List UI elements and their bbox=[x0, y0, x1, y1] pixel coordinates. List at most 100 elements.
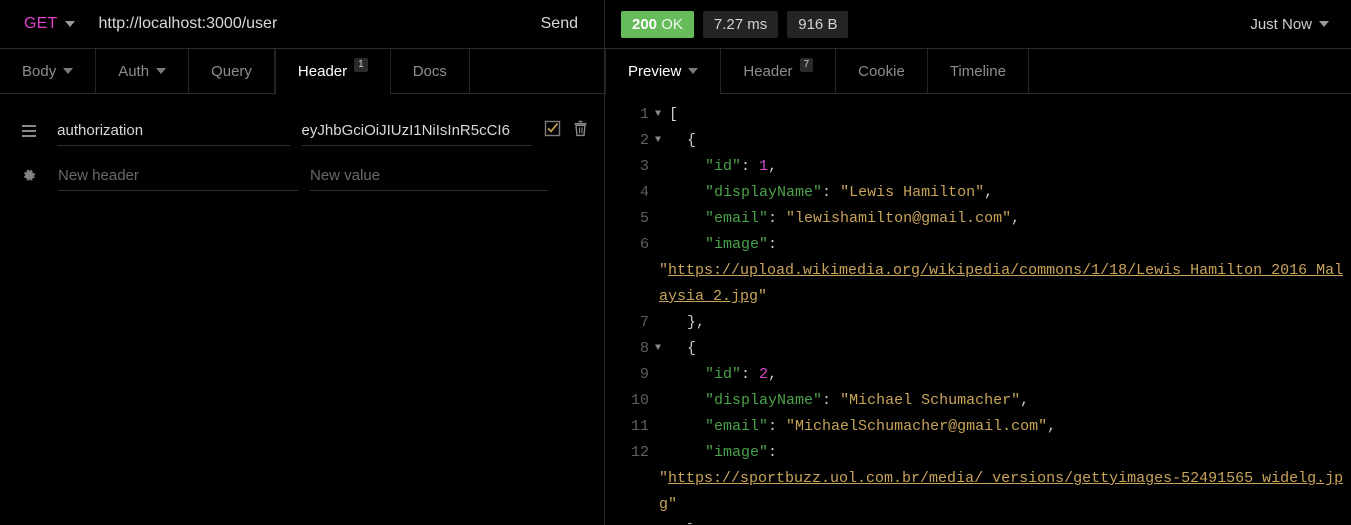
chevron-down-icon bbox=[1319, 21, 1329, 27]
code-line: 2 ▼ { bbox=[605, 128, 1351, 154]
json-token: { bbox=[669, 340, 697, 357]
gear-icon[interactable] bbox=[16, 168, 42, 184]
json-url-link[interactable]: https://sportbuzz.uol.com.br/media/_vers… bbox=[659, 470, 1343, 513]
json-token: , bbox=[984, 184, 994, 201]
response-tab-header[interactable]: Header 7 bbox=[721, 49, 837, 93]
tab-badge: 1 bbox=[354, 58, 368, 72]
json-token: , bbox=[768, 366, 778, 383]
code-line: 12 "image": bbox=[605, 440, 1351, 466]
code-text: "email": "lewishamilton@gmail.com", bbox=[665, 206, 1020, 232]
code-text: "id": 2, bbox=[665, 362, 777, 388]
code-line: 5 "email": "lewishamilton@gmail.com", bbox=[605, 206, 1351, 232]
code-line: 9 "id": 2, bbox=[605, 362, 1351, 388]
fold-arrow-icon[interactable]: ▼ bbox=[651, 128, 665, 154]
request-tab-docs[interactable]: Docs bbox=[391, 49, 470, 93]
line-number: 5 bbox=[639, 210, 649, 227]
line-number: 11 bbox=[630, 418, 649, 435]
request-tab-auth[interactable]: Auth bbox=[96, 49, 190, 93]
new-header-key-input[interactable] bbox=[58, 160, 298, 191]
json-token: 2 bbox=[759, 366, 769, 383]
tab-label: Body bbox=[22, 62, 57, 80]
header-row bbox=[0, 108, 604, 153]
line-number: 3 bbox=[639, 158, 649, 175]
header-key-input[interactable] bbox=[57, 115, 290, 146]
line-number: 6 bbox=[639, 236, 649, 253]
request-tab-header[interactable]: Header 1 bbox=[274, 49, 391, 94]
code-line: 8 ▼ { bbox=[605, 336, 1351, 362]
json-token: { bbox=[669, 132, 697, 149]
json-token: "image" bbox=[669, 236, 769, 253]
code-text: "email": "MichaelSchumacher@gmail.com", bbox=[665, 414, 1056, 440]
code-text: [ bbox=[665, 102, 678, 128]
chevron-down-icon bbox=[156, 68, 167, 74]
code-text: "image": bbox=[665, 232, 786, 258]
api-client-window: GET Send Body Auth Query Header 1 Docs bbox=[0, 0, 1351, 525]
new-header-value-input[interactable] bbox=[310, 160, 548, 191]
response-tab-cookie[interactable]: Cookie bbox=[836, 49, 928, 93]
header-value-input[interactable] bbox=[301, 115, 532, 146]
json-token: "MichaelSchumacher@gmail.com" bbox=[786, 418, 1048, 435]
line-number: 7 bbox=[639, 314, 649, 331]
line-number: 4 bbox=[639, 184, 649, 201]
response-tab-timeline[interactable]: Timeline bbox=[928, 49, 1029, 93]
code-text: "id": 1, bbox=[665, 154, 777, 180]
code-line: 11 "email": "MichaelSchumacher@gmail.com… bbox=[605, 414, 1351, 440]
code-text: "https://upload.wikimedia.org/wikipedia/… bbox=[655, 258, 1351, 310]
request-tab-body[interactable]: Body bbox=[0, 49, 97, 93]
code-line-wrapped: "https://upload.wikimedia.org/wikipedia/… bbox=[605, 258, 1351, 310]
code-text: "https://sportbuzz.uol.com.br/media/_ver… bbox=[655, 466, 1351, 518]
tab-label: Header bbox=[297, 62, 348, 80]
response-body-viewer[interactable]: 1 ▼[2 ▼ {3 "id": 1, 4 "displayName": "Lewis… bbox=[605, 94, 1351, 524]
send-button[interactable]: Send bbox=[531, 11, 588, 37]
delete-header-icon[interactable] bbox=[573, 120, 588, 142]
json-token: : bbox=[741, 366, 760, 383]
json-token: "lewishamilton@gmail.com" bbox=[786, 210, 1012, 227]
response-status-bar: 200 OK 7.27 ms 916 B Just Now bbox=[605, 0, 1351, 49]
code-text: "image": bbox=[665, 440, 786, 466]
line-number: 13 bbox=[605, 518, 651, 524]
json-token: , bbox=[1011, 210, 1021, 227]
chevron-down-icon bbox=[688, 68, 699, 74]
fold-arrow-icon[interactable]: ▼ bbox=[651, 336, 665, 362]
header-enabled-checkbox[interactable] bbox=[544, 120, 561, 142]
http-method-selector[interactable]: GET bbox=[16, 15, 75, 33]
url-input[interactable] bbox=[74, 15, 531, 33]
json-token: : bbox=[768, 418, 787, 435]
drag-handle-icon[interactable] bbox=[16, 124, 41, 138]
tab-label: Timeline bbox=[949, 62, 1006, 80]
json-token: "Lewis Hamilton" bbox=[840, 184, 985, 201]
code-line: 13 } bbox=[605, 518, 1351, 524]
request-tab-query[interactable]: Query bbox=[189, 49, 275, 93]
line-number: 1 bbox=[639, 106, 649, 123]
response-timestamp-selector[interactable]: Just Now bbox=[1250, 16, 1335, 33]
json-token: , bbox=[1020, 392, 1030, 409]
code-text: "displayName": "Michael Schumacher", bbox=[665, 388, 1029, 414]
tab-label: Query bbox=[211, 62, 252, 80]
code-text: }, bbox=[665, 310, 705, 336]
line-number: 10 bbox=[630, 392, 649, 409]
line-number: 8 bbox=[639, 340, 649, 357]
new-header-row bbox=[0, 153, 604, 198]
tab-label: Auth bbox=[118, 62, 150, 80]
code-line: 4 "displayName": "Lewis Hamilton", bbox=[605, 180, 1351, 206]
response-tab-preview[interactable]: Preview bbox=[605, 49, 722, 94]
json-token: , bbox=[1047, 418, 1057, 435]
code-line: 10 "displayName": "Michael Schumacher", bbox=[605, 388, 1351, 414]
json-token: " bbox=[758, 288, 768, 305]
json-token: [ bbox=[669, 106, 679, 123]
status-code: 200 bbox=[632, 15, 658, 33]
http-method-label: GET bbox=[24, 15, 58, 32]
response-size: 916 B bbox=[787, 10, 849, 38]
json-token: }, bbox=[669, 314, 706, 331]
request-tabs: Body Auth Query Header 1 Docs bbox=[0, 49, 604, 94]
json-token: "id" bbox=[669, 366, 742, 383]
code-text: { bbox=[665, 336, 696, 362]
tab-label: Cookie bbox=[858, 62, 905, 80]
json-token: "email" bbox=[669, 418, 769, 435]
json-token: " bbox=[668, 496, 678, 513]
line-number: 2 bbox=[639, 132, 649, 149]
fold-arrow-icon[interactable]: ▼ bbox=[651, 102, 665, 128]
tab-badge: 7 bbox=[799, 58, 814, 72]
json-token: } bbox=[669, 522, 696, 524]
code-line-wrapped: "https://sportbuzz.uol.com.br/media/_ver… bbox=[605, 466, 1351, 518]
